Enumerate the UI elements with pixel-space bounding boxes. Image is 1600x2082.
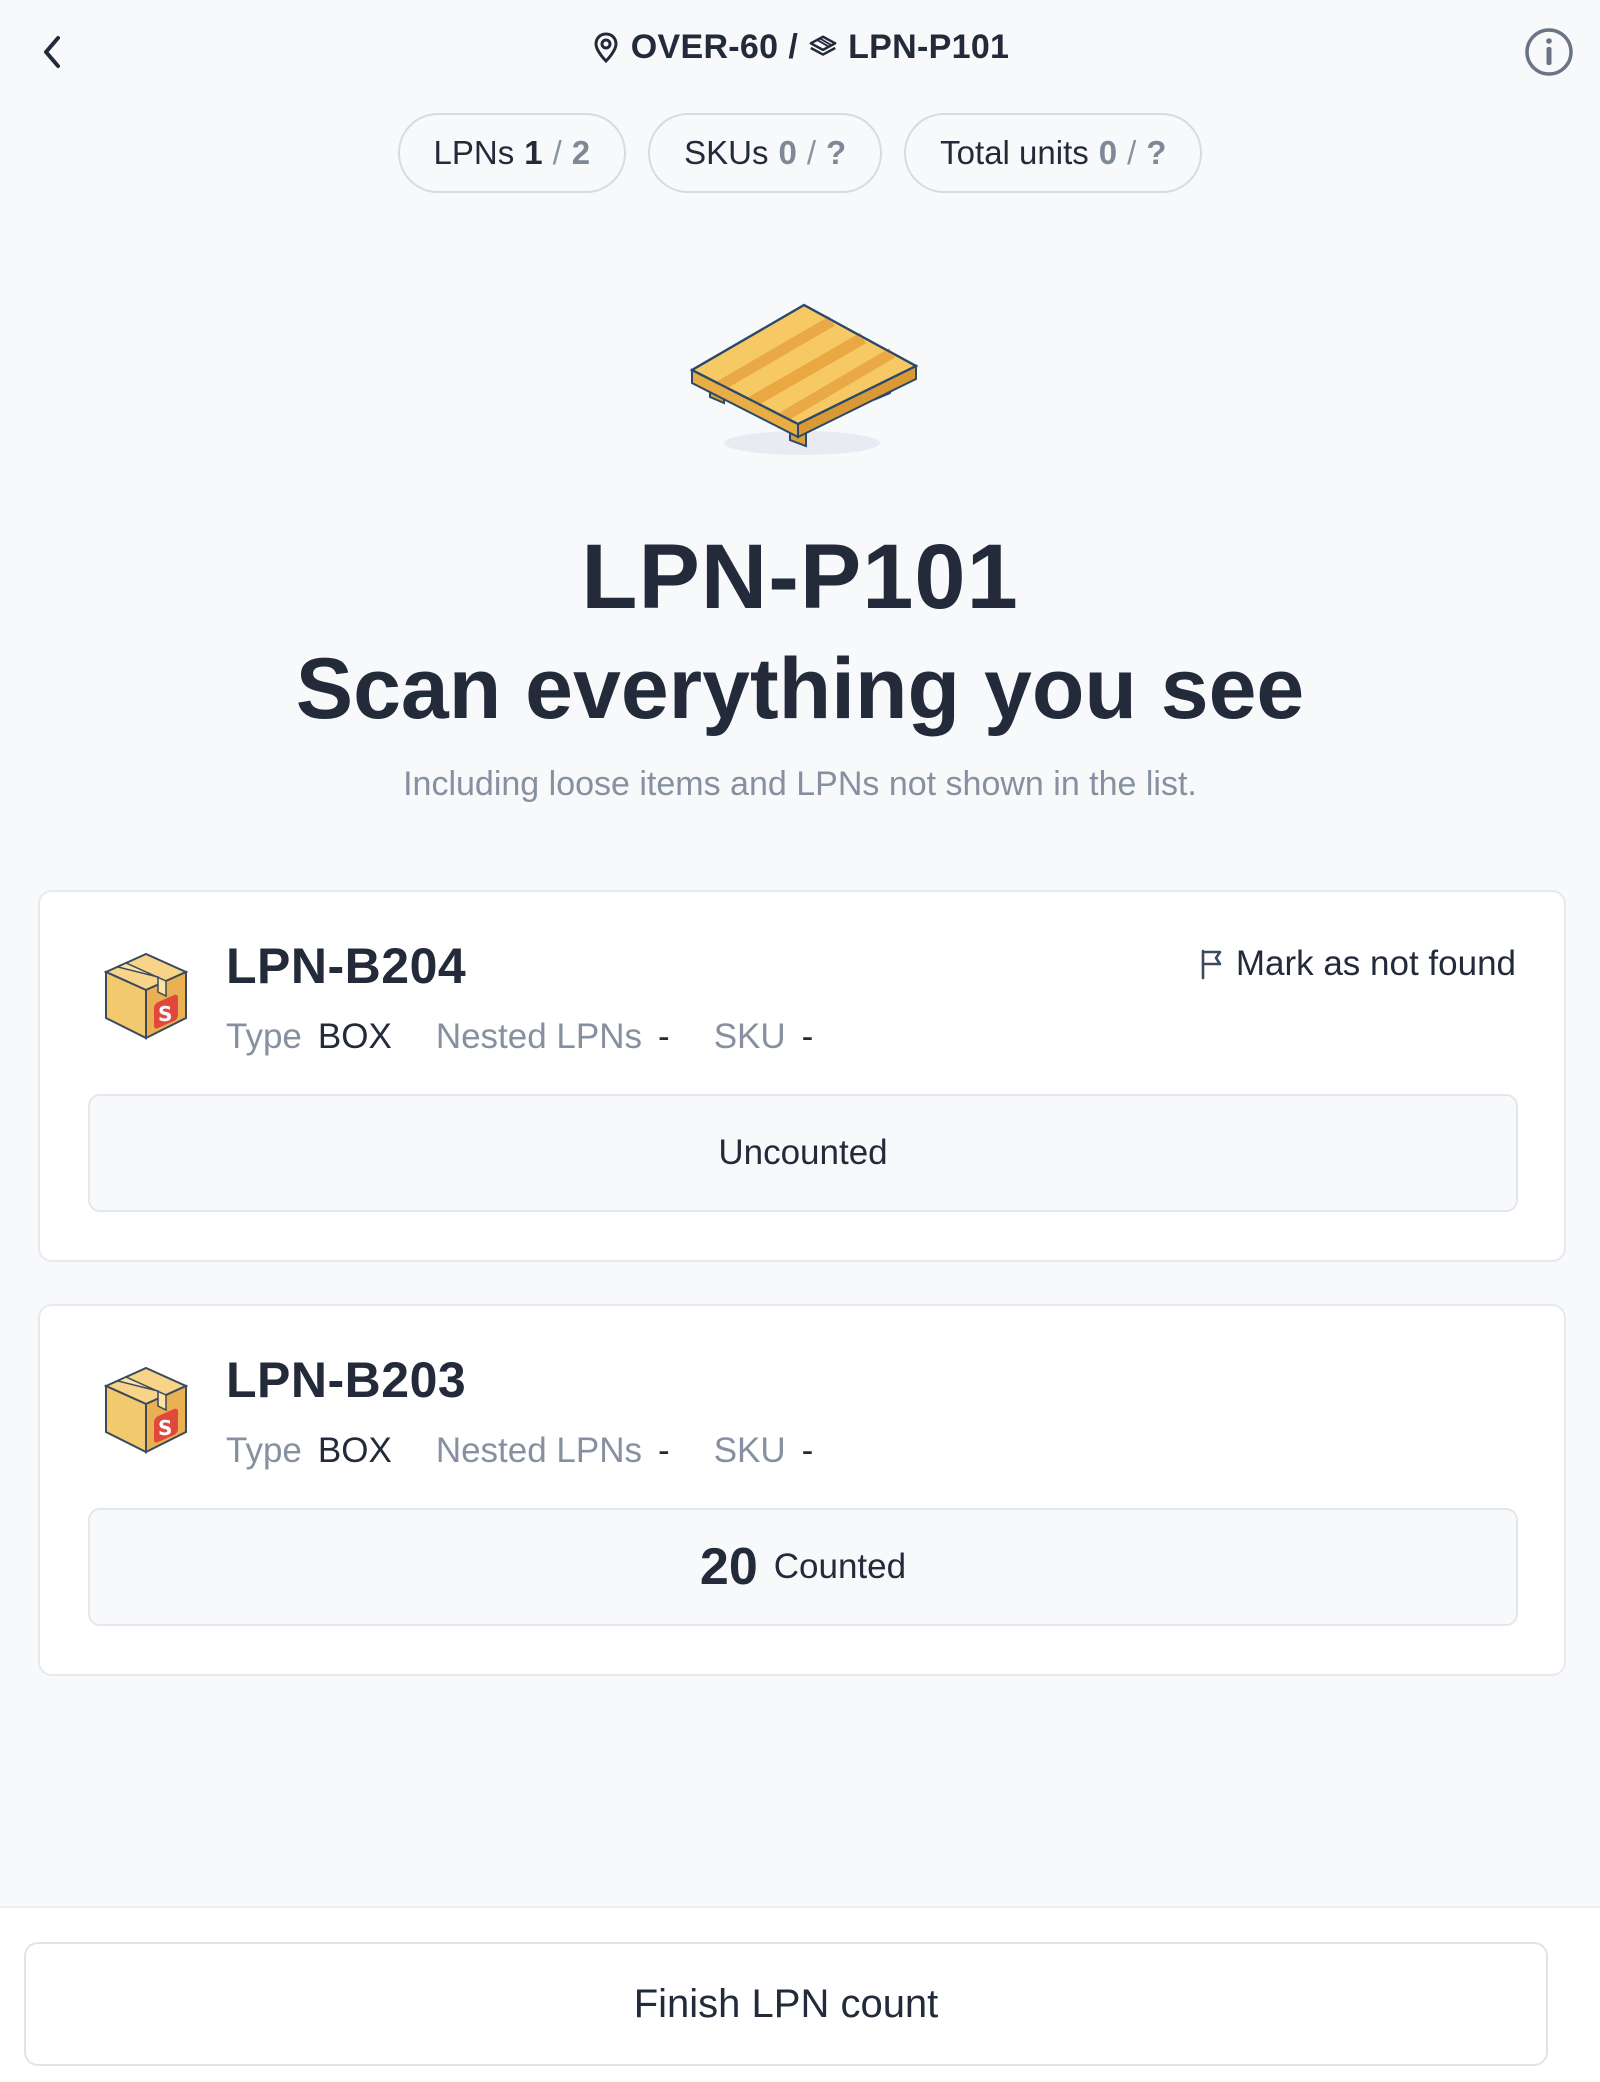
nested-lpns-value: -	[658, 1431, 670, 1470]
type-label: Type	[226, 1017, 302, 1056]
count-status-box[interactable]: 20 Counted	[88, 1508, 1518, 1626]
hero-lpn-title: LPN-P101	[581, 526, 1019, 628]
skus-pill: SKUs 0 / ?	[648, 113, 883, 193]
finish-lpn-count-button[interactable]: Finish LPN count	[24, 1942, 1548, 2066]
flag-icon	[1201, 949, 1222, 980]
pallet-stack-icon	[808, 31, 838, 65]
skus-label: SKUs	[684, 134, 769, 171]
hero-subtitle: Including loose items and LPNs not shown…	[403, 765, 1197, 803]
lpns-total: 2	[571, 134, 591, 171]
breadcrumb: OVER-60 / LPN-P101	[0, 28, 1600, 67]
skus-separator: /	[806, 134, 816, 171]
count-status: Counted	[773, 1547, 907, 1586]
lpns-separator: /	[552, 134, 562, 171]
units-separator: /	[1127, 134, 1137, 171]
nested-lpns-label: Nested LPNs	[435, 1017, 643, 1056]
hero-title: Scan everything you see	[295, 641, 1305, 737]
lpns-label: LPNs	[433, 134, 515, 171]
type-value: BOX	[317, 1017, 392, 1056]
lpn-name: LPN-B203	[226, 1352, 467, 1408]
type-value: BOX	[317, 1431, 392, 1470]
lpn-meta: Type BOX Nested LPNs - SKU -	[226, 1431, 857, 1471]
sku-value: -	[801, 1431, 814, 1470]
count-status: Uncounted	[718, 1133, 888, 1172]
pallet-illustration	[680, 295, 920, 475]
top-bar: OVER-60 / LPN-P101	[0, 0, 1600, 110]
skus-current: 0	[778, 134, 797, 171]
stats-bar: LPNs 1 / 2 SKUs 0 / ? Total units 0 / ?	[0, 113, 1600, 193]
info-button[interactable]	[1524, 27, 1574, 77]
sku-label: SKU	[713, 1431, 786, 1470]
sku-value: -	[801, 1017, 814, 1056]
count-value: 20	[699, 1538, 758, 1596]
units-total: ?	[1146, 134, 1167, 171]
lpns-pill: LPNs 1 / 2	[397, 113, 627, 193]
breadcrumb-separator: /	[788, 28, 799, 66]
units-pill: Total units 0 / ?	[904, 113, 1203, 193]
nested-lpns-value: -	[658, 1017, 670, 1056]
info-circle-icon	[1525, 28, 1573, 76]
lpn-name: LPN-B204	[226, 938, 467, 994]
lpn-card[interactable]: S LPN-B204 Type BOX Nested LPNs - SKU - …	[38, 890, 1566, 1262]
box-icon: S	[100, 1358, 192, 1458]
svg-text:S: S	[158, 1416, 172, 1440]
footer-bar: Finish LPN count	[0, 1906, 1600, 2082]
units-label: Total units	[940, 134, 1089, 171]
sku-label: SKU	[713, 1017, 786, 1056]
map-pin-icon	[591, 31, 621, 65]
skus-total: ?	[826, 134, 847, 171]
lpns-current: 1	[524, 134, 543, 171]
lpn-meta: Type BOX Nested LPNs - SKU -	[226, 1017, 857, 1057]
mark-as-not-found-button[interactable]: Mark as not found	[1198, 944, 1516, 984]
nested-lpns-label: Nested LPNs	[435, 1431, 643, 1470]
breadcrumb-location: OVER-60	[630, 28, 779, 66]
type-label: Type	[226, 1431, 302, 1470]
mark-as-not-found-label: Mark as not found	[1235, 944, 1516, 983]
units-current: 0	[1098, 134, 1118, 171]
svg-text:S: S	[158, 1002, 172, 1026]
box-icon: S	[100, 944, 192, 1044]
lpn-card[interactable]: S LPN-B203 Type BOX Nested LPNs - SKU - …	[38, 1304, 1566, 1676]
count-status-box[interactable]: Uncounted	[88, 1094, 1518, 1212]
breadcrumb-lpn: LPN-P101	[848, 28, 1010, 66]
